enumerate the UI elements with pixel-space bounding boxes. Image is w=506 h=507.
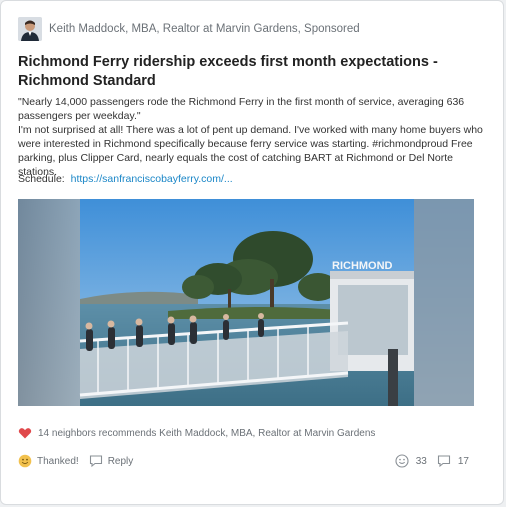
speech-bubble-icon: [89, 454, 103, 468]
post-body: "Nearly 14,000 passengers rode the Richm…: [18, 95, 488, 179]
reply-label: Reply: [107, 455, 134, 467]
post-actions: Thanked! Reply: [18, 454, 143, 468]
thanks-count: 33: [415, 455, 427, 467]
thank-button[interactable]: Thanked!: [18, 454, 79, 468]
reply-button[interactable]: Reply: [89, 454, 134, 468]
heart-icon: [18, 426, 32, 440]
post-comment: I'm not surprised at all! There was a lo…: [18, 124, 483, 178]
recommendation-line[interactable]: 14 neighbors recommends Keith Maddock, M…: [18, 426, 375, 440]
post-photo[interactable]: RICHMOND: [18, 199, 474, 406]
schedule-link[interactable]: https://sanfranciscobayferry.com/...: [71, 173, 233, 185]
post-counts: 33 17: [385, 454, 469, 468]
smile-icon: [18, 454, 32, 468]
thanked-label: Thanked!: [37, 455, 79, 467]
smile-outline-icon: [395, 454, 411, 468]
recommendation-text: 14 neighbors recommends Keith Maddock, M…: [38, 427, 376, 439]
post-quote: "Nearly 14,000 passengers rode the Richm…: [18, 96, 465, 122]
author-line[interactable]: Keith Maddock, MBA, Realtor at Marvin Ga…: [49, 23, 360, 35]
schedule-label: Schedule:: [18, 173, 65, 185]
thanks-count-button[interactable]: 33: [395, 454, 427, 468]
post-card: Keith Maddock, MBA, Realtor at Marvin Ga…: [0, 0, 504, 505]
author-avatar[interactable]: [18, 17, 42, 41]
reply-count: 17: [457, 455, 469, 467]
schedule-line: Schedule: https://sanfranciscobayferry.c…: [18, 173, 233, 185]
speech-bubble-icon: [437, 454, 453, 468]
photo-sign-text: RICHMOND: [332, 260, 393, 272]
reply-count-button[interactable]: 17: [437, 454, 469, 468]
post-title[interactable]: Richmond Ferry ridership exceeds first m…: [18, 53, 488, 91]
